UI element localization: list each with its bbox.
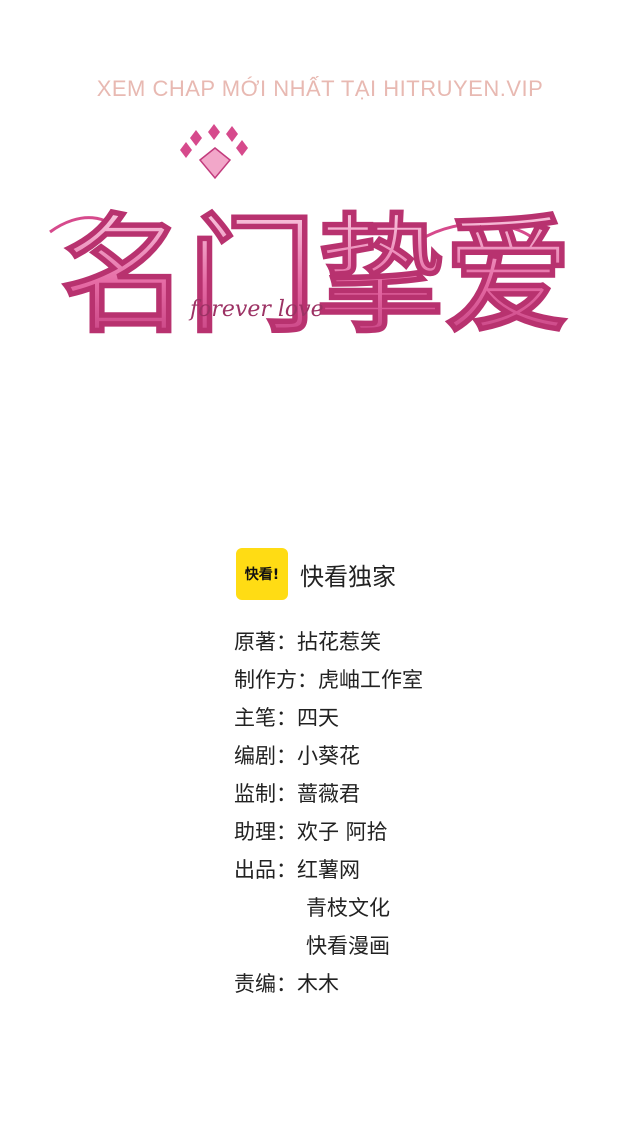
credit-value: 蔷薇君 [297,782,360,806]
credit-value: 快看漫画 [306,934,390,958]
logo-title: 名门挚爱 [60,201,572,351]
credit-value: 小葵花 [297,744,360,768]
credit-row: 责编： 木木 [234,964,423,1002]
credit-value: 红薯网 [297,858,360,882]
exclusive-badge: 快看! 快看独家 [236,548,396,600]
credit-value: 四天 [297,706,339,730]
credits-list: 原著： 拈花惹笑 制作方： 虎岫工作室 主笔： 四天 编剧： 小葵花 监制： 蔷薇君 助理… [234,622,423,1002]
credit-row: 制作方： 虎岫工作室 [234,660,423,698]
credit-row: 监制： 蔷薇君 [234,774,423,812]
credit-row: 主笔： 四天 [234,698,423,736]
credit-row: 出品： 红薯网 [234,850,423,888]
credit-value: 欢子 阿拾 [297,820,388,844]
watermark-text: XEM CHAP MỚI NHẤT TẠI HITRUYEN.VIP [96,76,544,101]
credit-role: 助理： [234,820,297,844]
credit-value: 拈花惹笑 [297,630,381,654]
credit-value: 虎岫工作室 [318,668,423,692]
logo-subtitle: forever love [188,297,324,322]
kuaikan-logo-icon: 快看! [236,548,288,600]
credit-role: 责编： [234,972,297,996]
credit-row: 青枝文化 [234,888,423,926]
credit-role: 制作方： [234,668,318,692]
credit-role: 原著： [234,630,297,654]
credit-row: 编剧： 小葵花 [234,736,423,774]
credit-row: 助理： 欢子 阿拾 [234,812,423,850]
crown-diamond-icon [180,124,248,180]
credit-row: 原著： 拈花惹笑 [234,622,423,660]
credit-role: 主笔： [234,706,297,730]
credit-value: 青枝文化 [306,896,390,920]
credit-role: 出品： [234,858,297,882]
credit-role: 编剧： [234,744,297,768]
credit-role: 监制： [234,782,297,806]
exclusive-label: 快看独家 [300,562,396,591]
comic-title-logo: 名门挚爱 forever love [40,120,580,370]
credit-value: 木木 [297,972,339,996]
credit-row: 快看漫画 [234,926,423,964]
